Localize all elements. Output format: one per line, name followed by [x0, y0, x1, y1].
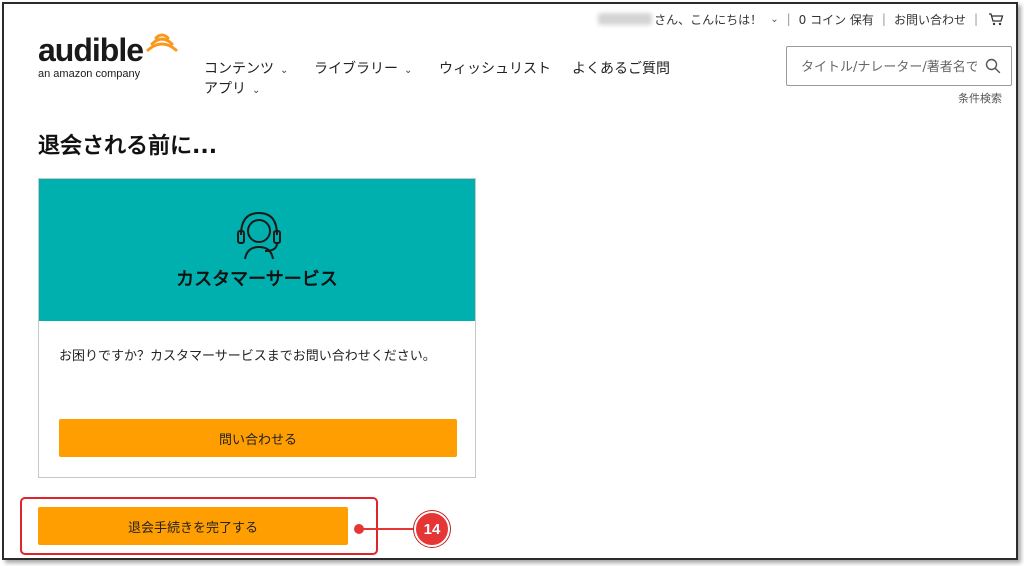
audible-logo[interactable]: audible an amazon company	[38, 33, 188, 86]
contact-button[interactable]: 問い合わせる	[59, 419, 457, 457]
logo-tagline: an amazon company	[38, 68, 141, 80]
nav-label: ライブラリー	[314, 61, 398, 77]
headset-icon	[237, 211, 281, 260]
nav-item-contents[interactable]: コンテンツ ⌄	[204, 58, 288, 78]
divider: |	[973, 12, 978, 26]
complete-withdrawal-button[interactable]: 退会手続きを完了する	[38, 507, 348, 545]
nav-item-library[interactable]: ライブラリー ⌄	[314, 58, 412, 78]
divider: |	[881, 12, 886, 26]
nav-item-apps[interactable]: アプリ ⌄	[204, 78, 260, 98]
card-banner: カスタマーサービス	[39, 179, 475, 321]
nav-label: ウィッシュリスト	[439, 61, 551, 77]
utility-bar: さん、こんにちは！ ⌄ | 0 コイン 保有 | お問い合わせ |	[598, 10, 1004, 28]
coin-balance[interactable]: 0 コイン 保有	[799, 11, 874, 28]
greeting-text[interactable]: さん、こんにちは！	[654, 11, 762, 28]
page-title: 退会される前に...	[38, 134, 218, 159]
divider: |	[786, 12, 791, 26]
search-input[interactable]	[801, 56, 977, 78]
contact-link[interactable]: お問い合わせ	[894, 11, 966, 28]
nav-label: コンテンツ	[204, 61, 274, 77]
customer-service-card: カスタマーサービス お困りですか？カスタマーサービスまでお問い合わせください。 …	[38, 178, 476, 478]
nav-label: アプリ	[204, 81, 246, 97]
card-description: お困りですか？カスタマーサービスまでお問い合わせください。	[59, 349, 436, 364]
chevron-down-icon: ⌄	[280, 65, 289, 76]
chevron-down-icon: ⌄	[252, 85, 261, 96]
blurred-username	[598, 13, 653, 25]
app-window: さん、こんにちは！ ⌄ | 0 コイン 保有 | お問い合わせ | audibl…	[2, 2, 1018, 560]
search-icon[interactable]	[985, 58, 1001, 74]
search-box	[786, 46, 1012, 86]
advanced-search-link[interactable]: 条件検索	[958, 90, 1002, 106]
audible-waves-icon	[146, 33, 178, 52]
chevron-down-icon[interactable]: ⌄	[770, 14, 778, 25]
chevron-down-icon: ⌄	[404, 65, 413, 76]
nav-item-faq[interactable]: よくあるご質問	[572, 58, 670, 78]
annotation-step-badge: 14	[414, 511, 450, 547]
card-title: カスタマーサービス	[176, 269, 338, 290]
nav-label: よくあるご質問	[572, 61, 670, 77]
nav-item-wishlist[interactable]: ウィッシュリスト	[439, 58, 551, 78]
cart-icon[interactable]	[988, 12, 1004, 26]
